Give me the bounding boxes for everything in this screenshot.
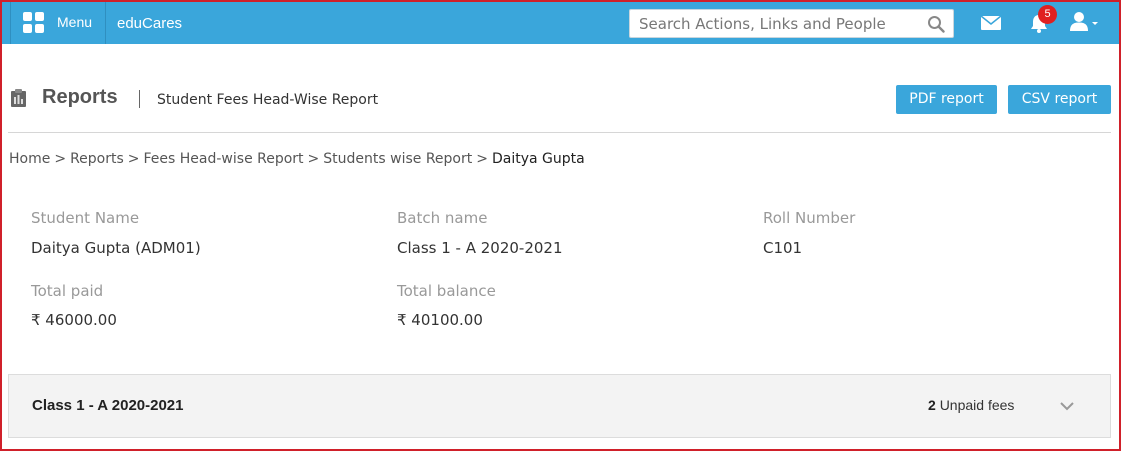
total-paid-label: Total paid [31,282,104,300]
mail-icon[interactable] [980,15,1002,31]
page-subtitle: Student Fees Head-Wise Report [157,92,379,108]
unpaid-count: 2 [928,397,936,413]
title-divider [139,90,140,108]
total-balance-label: Total balance [397,282,496,300]
unpaid-label: Unpaid fees [939,397,1015,413]
total-balance-value: ₹ 40100.00 [397,311,483,329]
grid-icon [23,12,45,34]
menu-label: Menu [57,14,93,30]
breadcrumb-home[interactable]: Home [9,151,50,167]
breadcrumb: Home > Reports > Fees Head-wise Report > Stude… [9,151,585,167]
clipboard-icon [11,89,26,107]
batch-accordion[interactable]: Class 1 - A 2020-2021 2 Unpaid fees [8,374,1111,438]
breadcrumb-students-wise-report[interactable]: Students wise Report [323,151,472,167]
unpaid-fees-count: 2 Unpaid fees [928,397,1014,413]
batch-accordion-title: Class 1 - A 2020-2021 [32,397,184,414]
total-paid-value: ₹ 46000.00 [31,311,117,329]
batch-name-label: Batch name [397,209,488,227]
roll-number-label: Roll Number [763,209,856,227]
student-name-label: Student Name [31,209,140,227]
search-input[interactable] [630,10,920,37]
page-title: Reports [42,86,118,108]
top-navbar: Menu eduCares [2,2,1119,44]
header-divider [8,132,1111,133]
roll-number-value: C101 [763,239,803,257]
chevron-down-icon[interactable] [1059,400,1075,412]
menu-button[interactable]: Menu [10,2,106,44]
csv-report-button[interactable]: CSV report [1008,85,1111,114]
breadcrumb-current: Daitya Gupta [491,151,585,167]
batch-name-value: Class 1 - A 2020-2021 [397,239,563,257]
search-box [629,9,954,38]
breadcrumb-reports[interactable]: Reports [70,151,124,167]
pdf-report-button[interactable]: PDF report [896,85,997,114]
page-header: Reports Student Fees Head-Wise Report PD… [8,78,1111,122]
caret-down-icon [1092,22,1098,25]
student-name-value: Daitya Gupta (ADM01) [31,239,201,257]
breadcrumb-fees-head-wise-report[interactable]: Fees Head-wise Report [144,151,304,167]
notification-badge: 5 [1038,5,1057,24]
app-name-link[interactable]: eduCares [117,15,182,32]
user-icon[interactable] [1068,10,1100,32]
search-icon[interactable] [927,15,945,33]
